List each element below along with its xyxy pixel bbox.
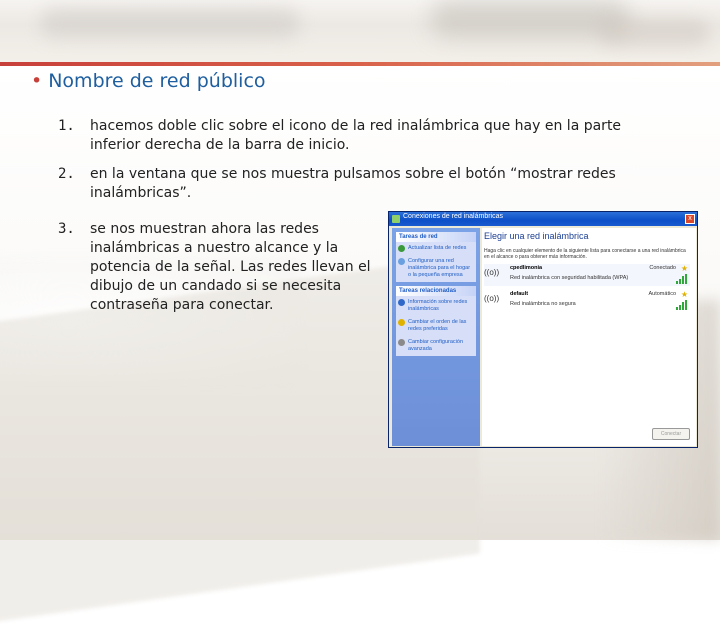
refresh-networks-link[interactable]: Actualizar lista de redes xyxy=(396,242,476,255)
advanced-settings-link[interactable]: Cambiar configuración avanzada xyxy=(396,336,476,356)
related-tasks-panel: Tareas relacionadas Información sobre re… xyxy=(396,286,476,356)
network-security: Red inalámbrica con seguridad habilitada… xyxy=(510,275,629,281)
star-icon xyxy=(398,319,405,326)
network-item[interactable]: ((o)) default Automático ★ Red inalámbri… xyxy=(484,290,690,312)
preferred-order-link[interactable]: Cambiar el orden de las redes preferidas xyxy=(396,316,476,336)
panel-header: Tareas de red xyxy=(396,232,476,242)
list-item-text: en la ventana que se nos muestra pulsamo… xyxy=(90,166,616,201)
network-name: default xyxy=(510,291,529,297)
panel-header: Tareas relacionadas xyxy=(396,286,476,296)
network-tasks-panel: Tareas de red Actualizar lista de redes … xyxy=(396,232,476,282)
wireless-setup-icon xyxy=(398,258,405,265)
list-item-text: se nos muestran ahora las redes inalámbr… xyxy=(90,221,371,313)
heading-text: Nombre de red público xyxy=(48,70,266,92)
settings-icon xyxy=(398,339,405,346)
list-item-number: 2. xyxy=(58,166,75,182)
pane-description: Haga clic en cualquier elemento de la si… xyxy=(484,248,686,260)
signal-strength-icon xyxy=(676,274,687,284)
connect-button[interactable]: Conectar xyxy=(652,428,690,440)
list-item-number: 3. xyxy=(58,221,75,237)
network-icon xyxy=(392,215,400,223)
network-item[interactable]: ((o)) cpedlimonia Conectado ★ Red inalám… xyxy=(484,264,690,286)
setup-network-link[interactable]: Configurar una red inalámbrica para el h… xyxy=(396,255,476,282)
pane-title: Elegir una red inalámbrica xyxy=(484,231,589,241)
star-icon: ★ xyxy=(680,264,688,273)
wireless-networks-window: Conexiones de red inalámbricas x Tareas … xyxy=(388,211,698,448)
close-button[interactable]: x xyxy=(685,214,695,224)
network-name: cpedlimonia xyxy=(510,265,543,271)
wireless-signal-icon: ((o)) xyxy=(484,294,500,303)
signal-strength-icon xyxy=(676,300,687,310)
wireless-signal-icon: ((o)) xyxy=(484,268,500,277)
bullet-icon: • xyxy=(31,70,43,92)
network-security: Red inalámbrica no segura xyxy=(510,301,576,307)
window-title: Conexiones de red inalámbricas xyxy=(403,213,503,220)
list-item-text: hacemos doble clic sobre el icono de la … xyxy=(90,118,622,153)
info-icon xyxy=(398,299,405,306)
header-background xyxy=(0,0,720,62)
star-icon: ★ xyxy=(680,290,688,299)
network-status: Conectado xyxy=(649,265,676,271)
window-titlebar: Conexiones de red inalámbricas x xyxy=(389,212,697,226)
network-list-pane: Elegir una red inalámbrica Haga clic en … xyxy=(482,228,696,446)
slide-heading: • Nombre de red público xyxy=(31,70,266,92)
wireless-info-link[interactable]: Información sobre redes inalámbricas xyxy=(396,296,476,316)
network-status: Automático xyxy=(648,291,676,297)
task-sidebar: Tareas de red Actualizar lista de redes … xyxy=(392,228,480,446)
list-item-number: 1. xyxy=(58,118,75,134)
refresh-icon xyxy=(398,245,405,252)
